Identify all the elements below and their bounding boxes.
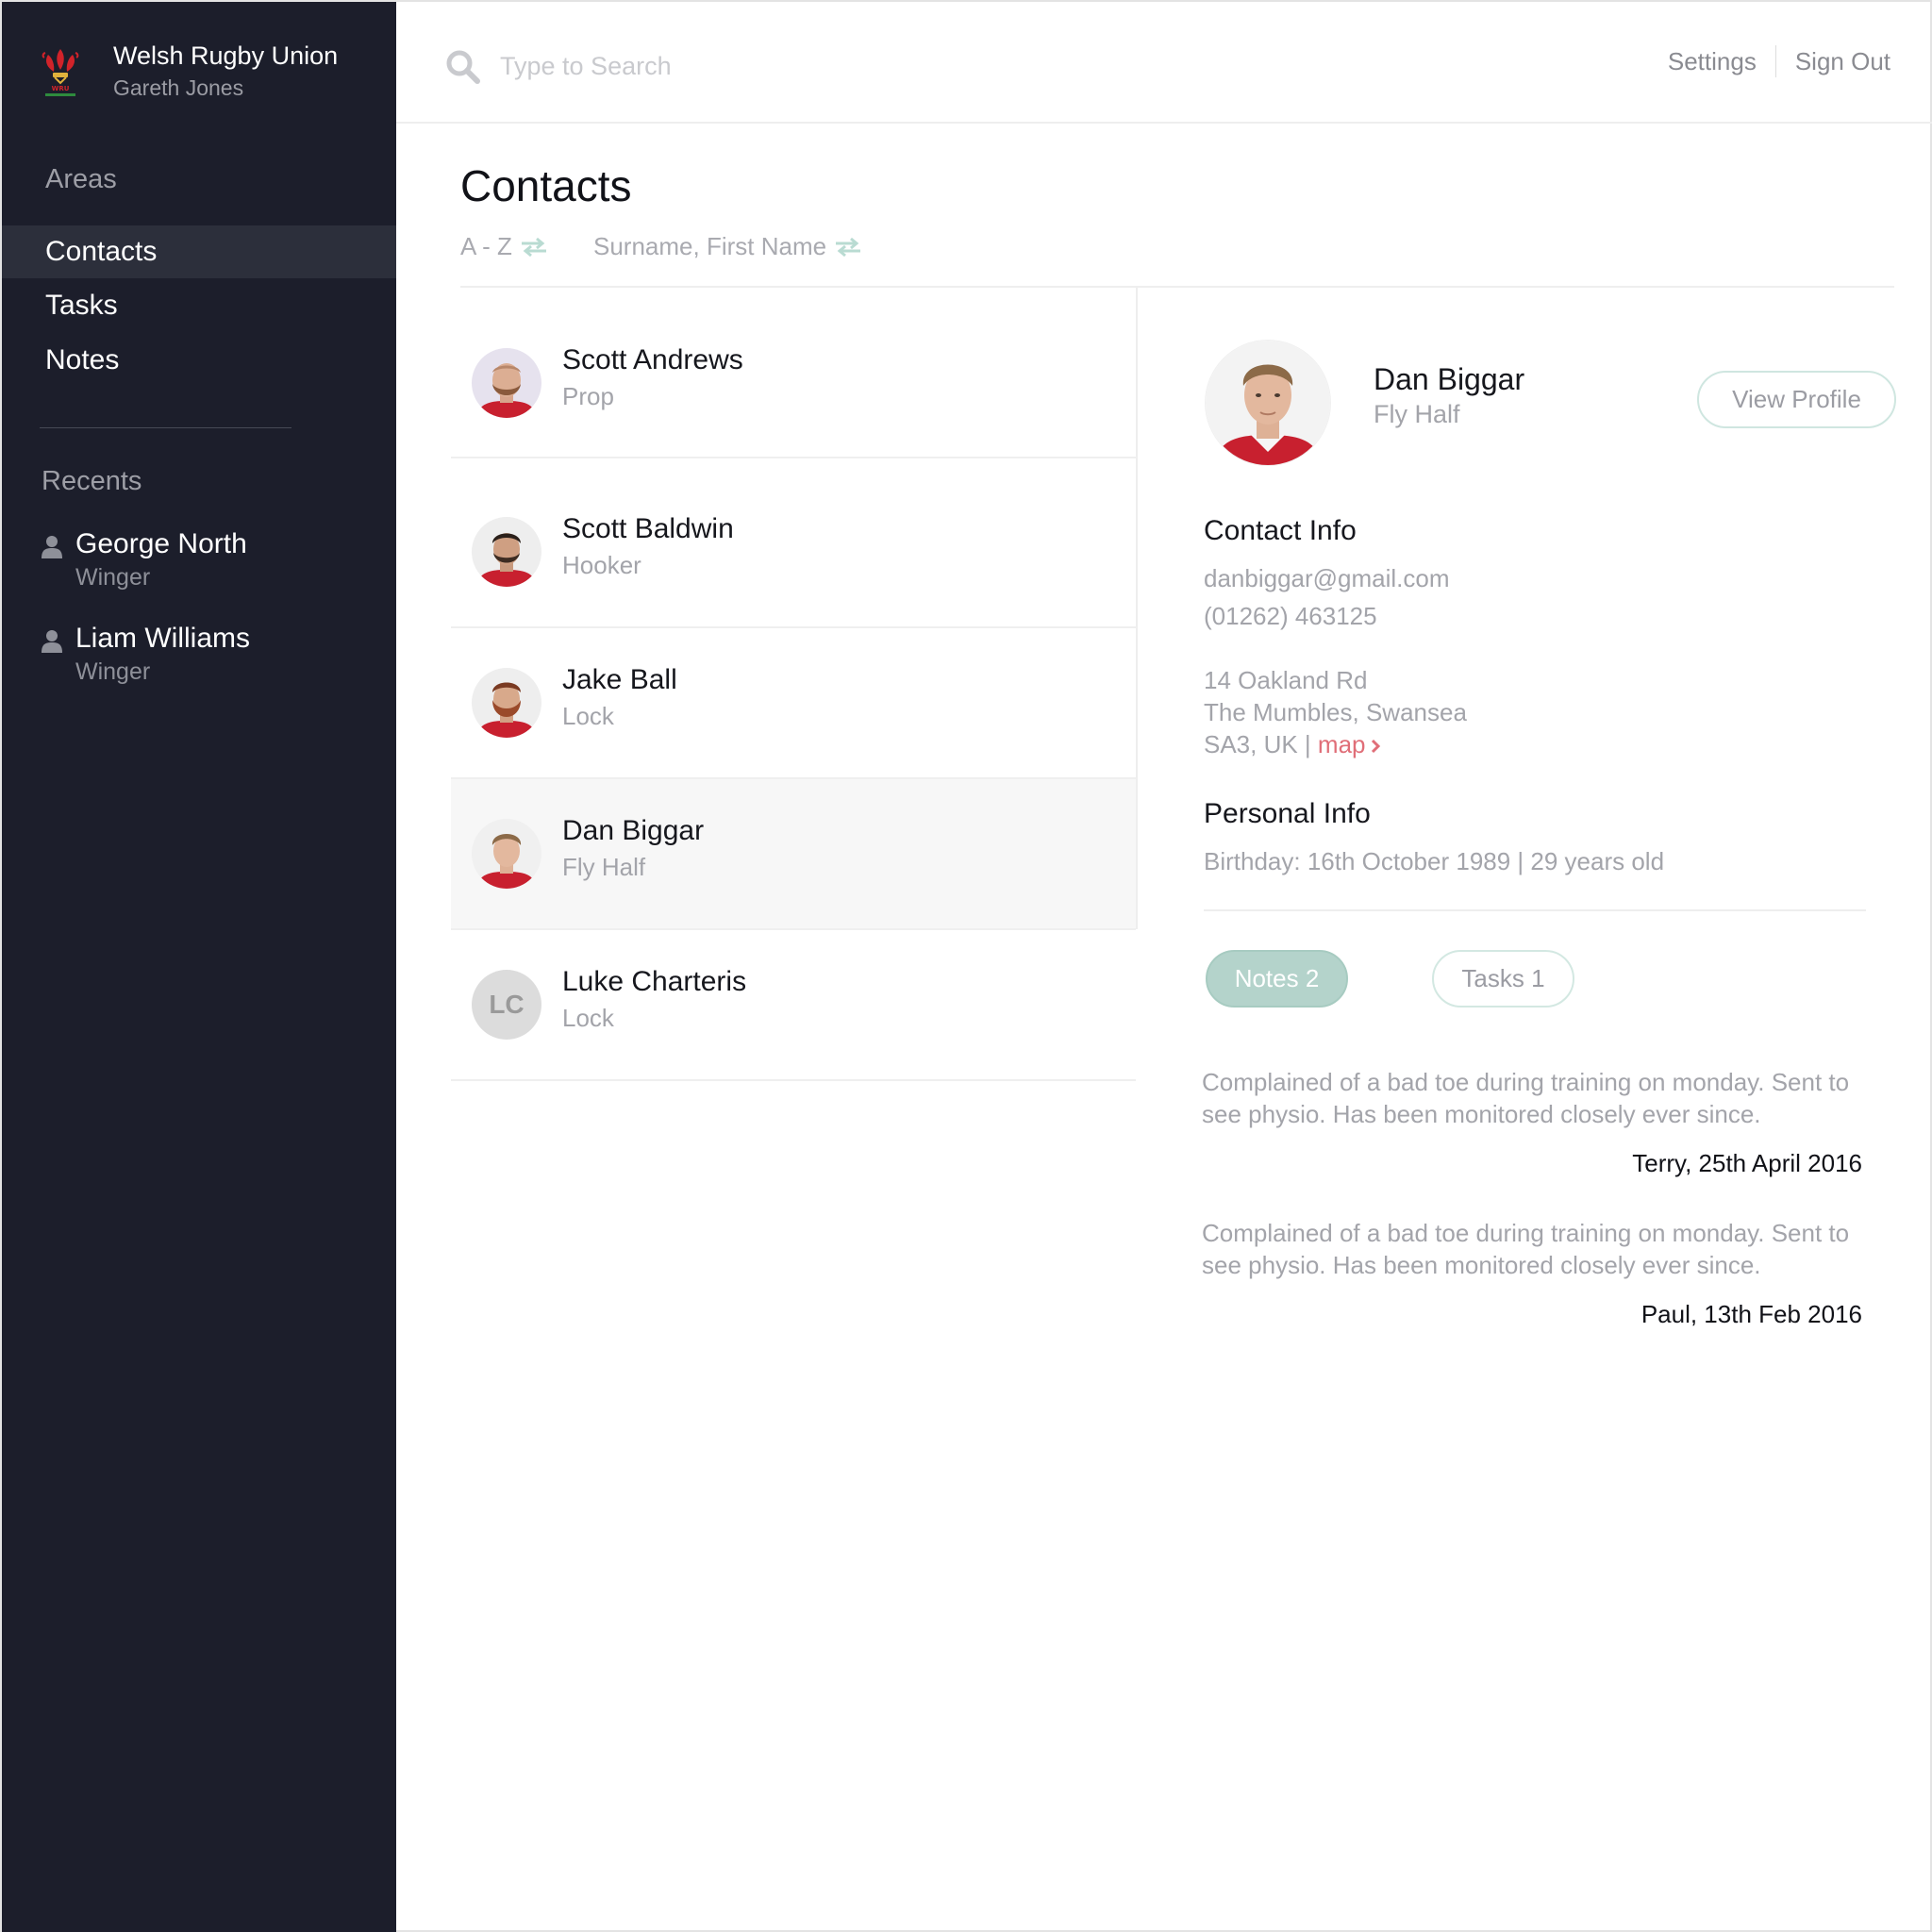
app-window: WRU Welsh Rugby Union Gareth Jones Areas… <box>0 0 1932 1932</box>
sidebar-item-contacts[interactable]: Contacts <box>2 225 396 278</box>
current-user: Gareth Jones <box>113 75 244 100</box>
sort-field-label: Surname, First Name <box>593 232 827 260</box>
personal-info-heading: Personal Info <box>1204 798 1371 829</box>
sidebar: WRU Welsh Rugby Union Gareth Jones Areas… <box>2 2 396 1932</box>
contact-row-luke-charteris[interactable]: LC Luke Charteris Lock <box>451 930 1136 1081</box>
profile-photo <box>1206 341 1330 465</box>
contact-row-jake-ball[interactable]: Jake Ball Lock <box>451 628 1136 779</box>
contact-row-dan-biggar[interactable]: Dan Biggar Fly Half <box>451 779 1136 930</box>
note-text: Complained of a bad toe during training … <box>1202 1068 1850 1128</box>
address-line-3: SA3, UK | map <box>1204 730 1381 759</box>
recent-role: Winger <box>75 564 151 591</box>
swap-arrows-icon <box>836 237 861 257</box>
recent-role: Winger <box>75 658 151 685</box>
sort-order-label: A - Z <box>460 232 512 260</box>
note-author-date: Terry, 25th April 2016 <box>1632 1149 1862 1177</box>
map-link-label: map <box>1317 730 1366 758</box>
contact-name: Luke Charteris <box>562 966 747 997</box>
note-text: Complained of a bad toe during training … <box>1202 1219 1850 1279</box>
contact-role: Fly Half <box>562 853 646 881</box>
org-name: Welsh Rugby Union <box>113 42 339 70</box>
brand-header: WRU Welsh Rugby Union Gareth Jones <box>40 40 379 106</box>
sort-field-toggle[interactable]: Surname, First Name <box>593 232 862 261</box>
user-icon <box>42 630 62 653</box>
top-bar: Settings Sign Out <box>396 2 1932 124</box>
address-line-1: 14 Oakland Rd <box>1204 666 1368 694</box>
address-line-2: The Mumbles, Swansea <box>1204 698 1467 726</box>
initials-avatar: LC <box>472 970 541 1040</box>
avatar <box>472 348 541 418</box>
sort-order-toggle[interactable]: A - Z <box>460 232 548 261</box>
contact-name: Jake Ball <box>562 664 677 695</box>
avatar <box>472 819 541 889</box>
contact-name: Dan Biggar <box>562 815 705 846</box>
contact-info-heading: Contact Info <box>1204 515 1357 546</box>
recent-contact-liam-williams[interactable]: Liam Williams Winger <box>42 623 381 698</box>
swap-arrows-icon <box>521 237 546 257</box>
contact-role: Lock <box>562 1004 614 1032</box>
top-links-separator <box>1774 45 1776 77</box>
view-profile-button[interactable]: View Profile <box>1697 371 1896 428</box>
detail-divider <box>1204 909 1866 911</box>
wru-feathers-logo: WRU <box>42 49 79 96</box>
recents-heading: Recents <box>42 466 142 496</box>
detail-name: Dan Biggar <box>1374 362 1525 396</box>
detail-role: Fly Half <box>1374 400 1460 428</box>
phone-number[interactable]: (01262) 463125 <box>1204 602 1377 631</box>
settings-link[interactable]: Settings <box>1668 47 1757 76</box>
address-postcode: SA3, UK | <box>1204 730 1311 758</box>
recent-name: Liam Williams <box>75 623 251 654</box>
tab-tasks[interactable]: Tasks 1 <box>1432 950 1574 1008</box>
sign-out-link[interactable]: Sign Out <box>1795 47 1890 76</box>
avatar <box>472 668 541 738</box>
chevron-right-icon <box>1371 739 1380 754</box>
page-title: Contacts <box>460 161 632 210</box>
tab-notes[interactable]: Notes 2 <box>1206 950 1348 1008</box>
contact-row-scott-baldwin[interactable]: Scott Baldwin Hooker <box>451 458 1136 628</box>
search-icon[interactable] <box>445 49 481 85</box>
contact-role: Prop <box>562 382 614 410</box>
search-input[interactable] <box>500 43 1066 89</box>
sidebar-item-tasks[interactable]: Tasks <box>2 279 396 332</box>
top-links: Settings Sign Out <box>1668 45 1890 77</box>
sidebar-divider <box>40 427 291 428</box>
recent-name: George North <box>75 528 247 559</box>
svg-text:WRU: WRU <box>52 85 70 92</box>
contact-row-scott-andrews[interactable]: Scott Andrews Prop <box>451 288 1136 458</box>
note-author-date: Paul, 13th Feb 2016 <box>1641 1300 1862 1328</box>
contact-name: Scott Baldwin <box>562 513 734 544</box>
contact-role: Lock <box>562 702 614 730</box>
map-link[interactable]: map <box>1318 730 1381 758</box>
sidebar-item-notes[interactable]: Notes <box>2 334 396 387</box>
user-icon <box>42 536 62 558</box>
contact-role: Hooker <box>562 551 641 579</box>
birthday-info: Birthday: 16th October 1989 | 29 years o… <box>1204 847 1665 875</box>
avatar <box>472 517 541 587</box>
areas-heading: Areas <box>45 164 117 194</box>
recent-contact-george-north[interactable]: George North Winger <box>42 528 381 604</box>
list-panel-divider <box>1136 288 1138 929</box>
contact-name: Scott Andrews <box>562 344 743 375</box>
email-address[interactable]: danbiggar@gmail.com <box>1204 564 1450 593</box>
